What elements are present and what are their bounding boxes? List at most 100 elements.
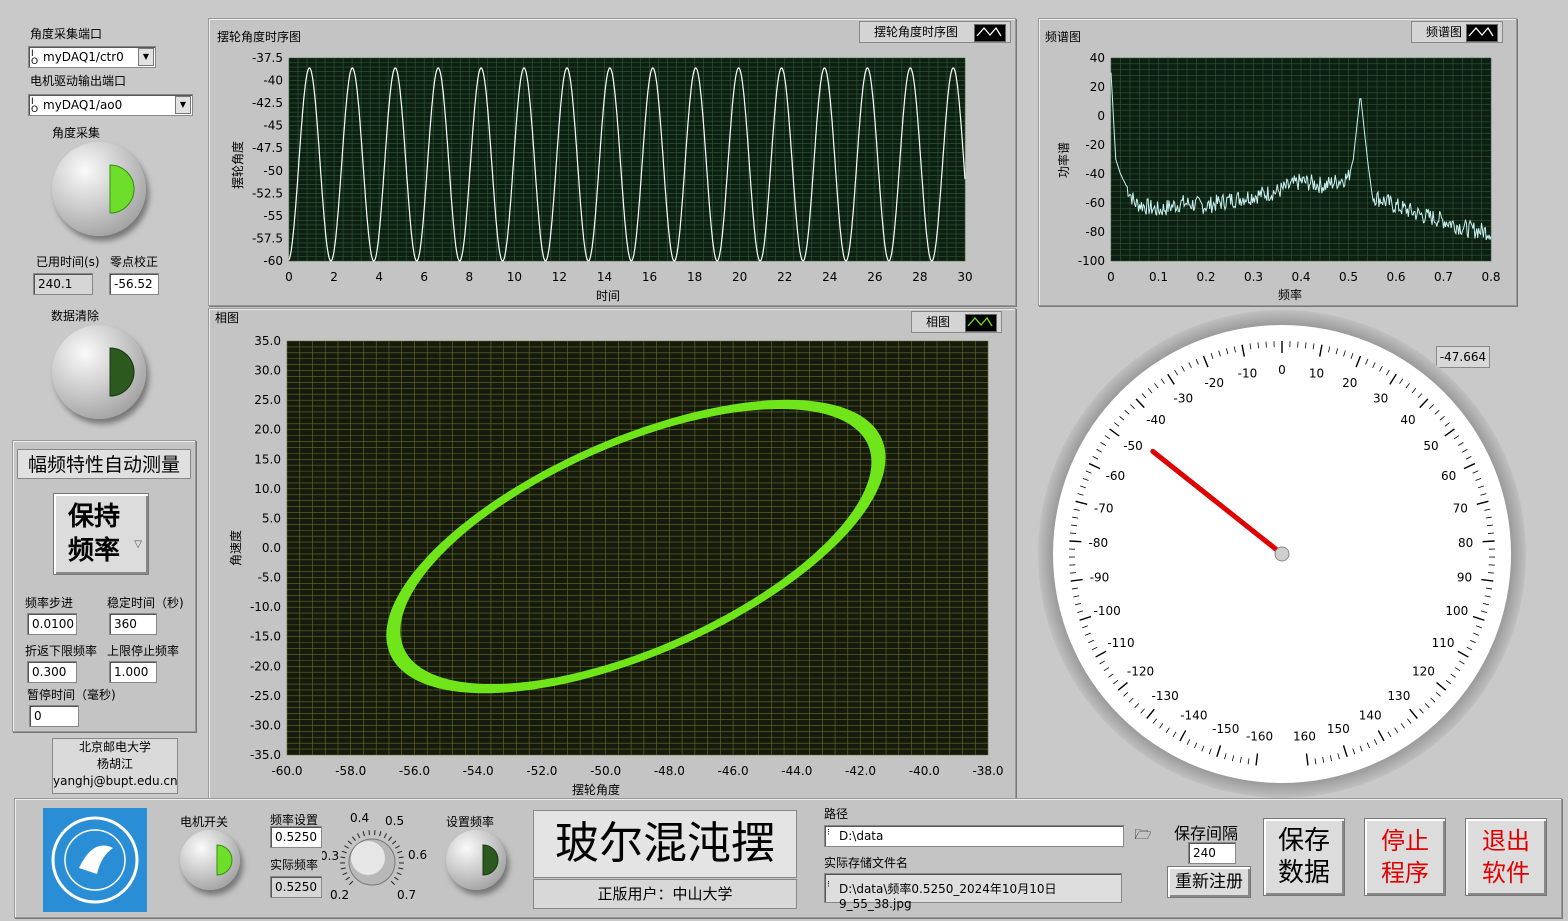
path-input[interactable]: ⁝ D:\data <box>824 825 1124 847</box>
knob-tick <box>394 876 399 881</box>
phase-xtick-label: -44.0 <box>781 764 812 778</box>
knob-tick <box>349 880 354 885</box>
phase-plot-title: 相图 <box>215 311 240 325</box>
path-value: D:\data <box>839 829 884 843</box>
spectrum-ylabel: 功率谱 <box>1056 142 1071 178</box>
phase-ytick-label: -25.0 <box>250 689 281 703</box>
phase-ytick-label: -10.0 <box>250 600 281 614</box>
file-value: D:\data\频率0.5250_2024年10月10日9_55_38.jpg <box>839 882 1057 911</box>
gauge-tick-label: -70 <box>1094 502 1114 516</box>
gauge-tick-label: 10 <box>1309 366 1324 380</box>
dropdown-arrow-icon[interactable]: ▼ <box>175 96 191 114</box>
time-ytick-label: -42.5 <box>252 96 283 110</box>
time-xtick-label: 12 <box>552 270 567 284</box>
exit-software-button[interactable]: 退出 软件 <box>1465 818 1547 896</box>
time-xtick-label: 22 <box>777 270 792 284</box>
step-label: 频率步进 <box>25 596 74 610</box>
clear-button[interactable] <box>52 325 146 419</box>
angle-port-select[interactable]: IO myDAQ1/ctr0 ▼ <box>28 46 156 68</box>
spectrum-xlabel: 频率 <box>1278 287 1302 302</box>
stop-line2: 程序 <box>1381 859 1429 887</box>
step-input[interactable]: 0.0100 <box>27 613 77 635</box>
gauge-tick-label: -60 <box>1106 469 1126 483</box>
spectrum-ytick-label: -20 <box>1085 138 1105 152</box>
phase-xtick-label: -58.0 <box>335 764 366 778</box>
time-xtick-label: 6 <box>420 270 428 284</box>
credit-box: 北京邮电大学 杨胡江 yanghj@bupt.edu.cn <box>52 738 178 794</box>
angle-acq-button[interactable] <box>52 142 146 236</box>
spectrum-xtick-label: 0.7 <box>1434 270 1453 284</box>
high-freq-input[interactable]: 1.000 <box>109 661 157 683</box>
frequency-knob[interactable]: 0.4 0.5 0.6 0.7 0.3 0.2 <box>322 808 432 908</box>
reregister-button[interactable]: 重新注册 <box>1167 866 1251 898</box>
gauge-tick-label: 130 <box>1387 689 1410 703</box>
set-freq-button[interactable] <box>446 830 506 890</box>
actual-freq-value: 0.5250 <box>270 876 322 898</box>
knob-tick <box>362 831 365 837</box>
time-legend-label: 摆轮角度时序图 <box>874 25 959 39</box>
motor-switch-label: 电机开关 <box>180 815 229 829</box>
actual-freq-label: 实际频率 <box>270 858 319 872</box>
knob-tick <box>340 867 346 870</box>
gauge-tick <box>1069 572 1076 574</box>
knob-tick <box>391 840 397 845</box>
gauge-tick-label: 160 <box>1293 730 1316 744</box>
phase-xtick-label: -38.0 <box>972 764 1003 778</box>
knob-tick <box>341 850 347 854</box>
freq-set-input[interactable]: 0.5250 <box>270 826 322 848</box>
gauge-tick-label: 120 <box>1412 665 1435 679</box>
phase-ytick-label: 0.0 <box>262 541 281 555</box>
knob-tick <box>398 856 404 859</box>
time-xtick-label: 8 <box>465 270 473 284</box>
gauge-tick-label: 30 <box>1373 392 1388 406</box>
time-xtick-label: 4 <box>375 270 383 284</box>
knob-tick <box>347 840 353 845</box>
angle-port-label: 角度采集端口 <box>30 27 103 41</box>
hold-freq-line1: 保持 <box>67 502 120 532</box>
spectrum-xtick-label: 0.5 <box>1339 270 1358 284</box>
phase-xtick-label: -46.0 <box>718 764 749 778</box>
knob-tick <box>388 836 393 841</box>
gauge-tick-label: -140 <box>1180 709 1207 723</box>
phase-xtick-label: -54.0 <box>463 764 494 778</box>
time-plot-legend[interactable]: 摆轮角度时序图 <box>859 21 1011 43</box>
time-xtick-label: 26 <box>867 270 882 284</box>
phase-ytick-label: -20.0 <box>250 659 281 673</box>
knob-highlight <box>351 841 385 875</box>
gauge-tick-label: -110 <box>1107 636 1134 650</box>
folder-browse-icon[interactable]: 🗁 <box>1130 824 1156 846</box>
gauge-tick-label: -90 <box>1090 570 1110 584</box>
gauge-tick-label: -160 <box>1246 730 1273 744</box>
motor-switch-button[interactable] <box>180 830 240 890</box>
save-data-line1: 保存 <box>1277 826 1330 856</box>
motor-port-select[interactable]: IO myDAQ1/ao0 ▼ <box>28 94 193 116</box>
dropdown-arrow-icon[interactable]: ▼ <box>138 48 154 66</box>
save-interval-input[interactable]: 240 <box>1188 842 1236 864</box>
settle-label: 稳定时间（秒) <box>107 596 184 610</box>
phase-legend-label: 相图 <box>926 315 951 329</box>
file-label: 实际存储文件名 <box>824 856 909 870</box>
knob-tick-label: 0.6 <box>408 848 427 862</box>
save-data-button[interactable]: 保存 数据 <box>1263 818 1345 896</box>
knob-tick-label: 0.2 <box>330 888 349 902</box>
io-icon: IO <box>31 97 39 115</box>
gauge-tick-label: -50 <box>1123 439 1143 453</box>
time-ytick-label: -57.5 <box>252 231 283 245</box>
triangle-down-icon: ▽ <box>134 539 142 550</box>
credit-email: yanghj@bupt.edu.cn <box>53 774 178 788</box>
knob-tick-label: 0.4 <box>350 811 369 825</box>
low-freq-input[interactable]: 0.300 <box>27 661 77 683</box>
gauge-tick-label: 40 <box>1400 413 1415 427</box>
spectrum-ytick-label: 40 <box>1090 51 1105 65</box>
gauge-tick-label: -20 <box>1204 376 1224 390</box>
spectrum-plot-legend[interactable]: 频谱图 <box>1411 21 1503 43</box>
pause-input[interactable]: 0 <box>29 705 79 727</box>
waveform-legend-icon <box>1466 24 1498 42</box>
elapsed-value: 240.1 <box>33 273 93 295</box>
zero-input[interactable]: -56.52 <box>109 273 159 295</box>
spectrum-xtick-label: 0.8 <box>1481 270 1500 284</box>
hold-frequency-button[interactable]: 保持 频率 ▽ <box>53 493 149 575</box>
stop-program-button[interactable]: 停止 程序 <box>1364 818 1446 896</box>
settle-input[interactable]: 360 <box>109 613 157 635</box>
knob-tick-label: 0.3 <box>322 849 339 863</box>
